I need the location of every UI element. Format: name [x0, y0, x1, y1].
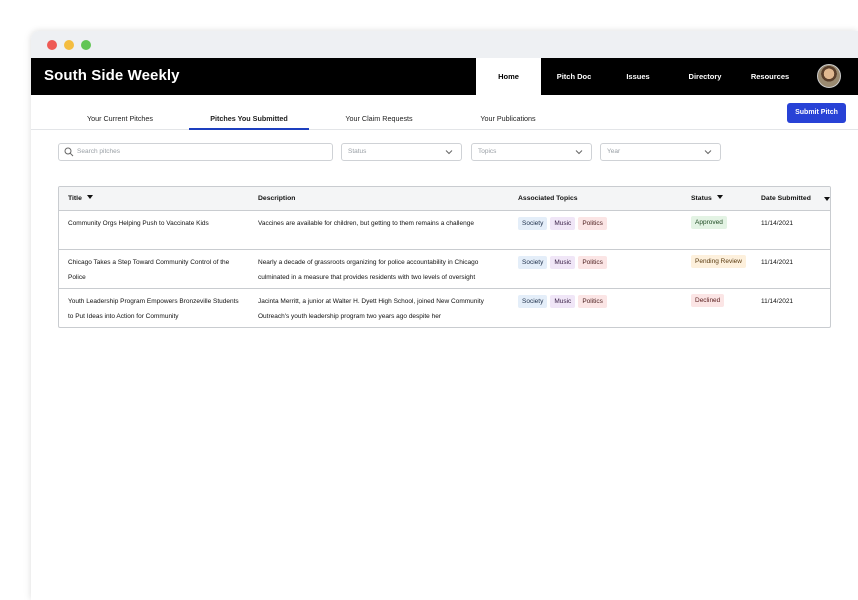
- pitch-topics: Society Music Politics: [518, 255, 610, 270]
- table-row[interactable]: Youth Leadership Program Empowers Bronze…: [59, 289, 830, 327]
- pitch-description: Jacinta Merritt, a junior at Walter H. D…: [258, 298, 484, 320]
- sort-caret-icon: [86, 195, 93, 200]
- submit-pitch-button[interactable]: Submit Pitch: [787, 103, 846, 123]
- pitch-title: Chicago Takes a Step Toward Community Co…: [68, 259, 230, 281]
- status-badge: Declined: [691, 294, 725, 307]
- topic-tag: Society: [518, 256, 548, 269]
- chevron-down-icon: [445, 150, 453, 155]
- header-description: Description: [258, 195, 296, 202]
- nav-resources[interactable]: Resources: [743, 58, 797, 95]
- pitch-date: 11/14/2021: [761, 220, 794, 227]
- search-input[interactable]: Search pitches: [58, 143, 333, 161]
- nav-pitch-doc[interactable]: Pitch Doc: [544, 58, 604, 95]
- brand-logo-text[interactable]: South Side Weekly: [44, 67, 180, 84]
- nav-issues[interactable]: Issues: [614, 58, 662, 95]
- topic-tag: Politics: [578, 217, 607, 230]
- pitch-topics: Society Music Politics: [518, 216, 610, 231]
- year-filter-label: Year: [607, 148, 621, 155]
- topic-tag: Society: [518, 295, 548, 308]
- topic-tag: Music: [550, 217, 576, 230]
- topics-filter-label: Topics: [478, 148, 497, 155]
- pitch-title: Youth Leadership Program Empowers Bronze…: [68, 298, 239, 320]
- tab-your-claim-requests[interactable]: Your Claim Requests: [331, 95, 427, 130]
- status-badge: Approved: [691, 216, 727, 229]
- sort-caret-icon: [716, 195, 723, 200]
- pitch-title: Community Orgs Helping Push to Vaccinate…: [68, 220, 209, 227]
- pitches-table: Title Description Associated Topics Stat…: [58, 186, 831, 328]
- table-header: Title Description Associated Topics Stat…: [59, 187, 830, 211]
- pitch-date: 11/14/2021: [761, 298, 794, 305]
- status-filter-label: Status: [348, 148, 367, 155]
- pitch-topics: Society Music Politics: [518, 294, 610, 309]
- topic-tag: Politics: [578, 256, 607, 269]
- browser-window: South Side Weekly Home Pitch Doc Issues …: [31, 31, 858, 600]
- header-title-label: Title: [68, 195, 82, 202]
- search-icon: [64, 147, 74, 157]
- pitch-status: Declined: [691, 293, 725, 308]
- chevron-down-icon: [704, 150, 712, 155]
- pitch-description: Vaccines are available for children, but…: [258, 220, 474, 227]
- pitch-description: Nearly a decade of grassroots organizing…: [258, 259, 479, 281]
- chevron-down-icon: [575, 150, 583, 155]
- maximize-window-button[interactable]: [81, 40, 91, 50]
- window-titlebar: [31, 31, 858, 58]
- pitch-status: Pending Review: [691, 254, 746, 269]
- close-window-button[interactable]: [47, 40, 57, 50]
- topic-tag: Society: [518, 217, 548, 230]
- tab-your-publications[interactable]: Your Publications: [468, 95, 548, 130]
- year-filter-select[interactable]: Year: [600, 143, 721, 161]
- tab-your-current-pitches[interactable]: Your Current Pitches: [75, 95, 165, 130]
- table-row[interactable]: Chicago Takes a Step Toward Community Co…: [59, 250, 830, 289]
- header-status[interactable]: Status: [691, 187, 723, 211]
- top-navigation-bar: South Side Weekly Home Pitch Doc Issues …: [31, 58, 858, 95]
- topic-tag: Music: [550, 295, 576, 308]
- status-badge: Pending Review: [691, 255, 746, 268]
- tab-pitches-you-submitted[interactable]: Pitches You Submitted: [189, 95, 309, 130]
- table-row[interactable]: Community Orgs Helping Push to Vaccinate…: [59, 211, 830, 250]
- header-date-submitted: Date Submitted: [761, 195, 811, 202]
- status-filter-select[interactable]: Status: [341, 143, 462, 161]
- header-title[interactable]: Title: [68, 187, 93, 211]
- sort-caret-icon[interactable]: [824, 197, 830, 201]
- header-status-label: Status: [691, 195, 712, 202]
- search-placeholder: Search pitches: [77, 148, 120, 155]
- nav-home[interactable]: Home: [476, 58, 541, 95]
- nav-directory[interactable]: Directory: [677, 58, 733, 95]
- topic-tag: Music: [550, 256, 576, 269]
- topics-filter-select[interactable]: Topics: [471, 143, 592, 161]
- topic-tag: Politics: [578, 295, 607, 308]
- pitch-date: 11/14/2021: [761, 259, 794, 266]
- user-avatar[interactable]: [817, 64, 841, 88]
- header-associated-topics: Associated Topics: [518, 195, 578, 202]
- pitch-tabs: Your Current Pitches Pitches You Submitt…: [31, 95, 858, 130]
- minimize-window-button[interactable]: [64, 40, 74, 50]
- pitch-status: Approved: [691, 215, 727, 230]
